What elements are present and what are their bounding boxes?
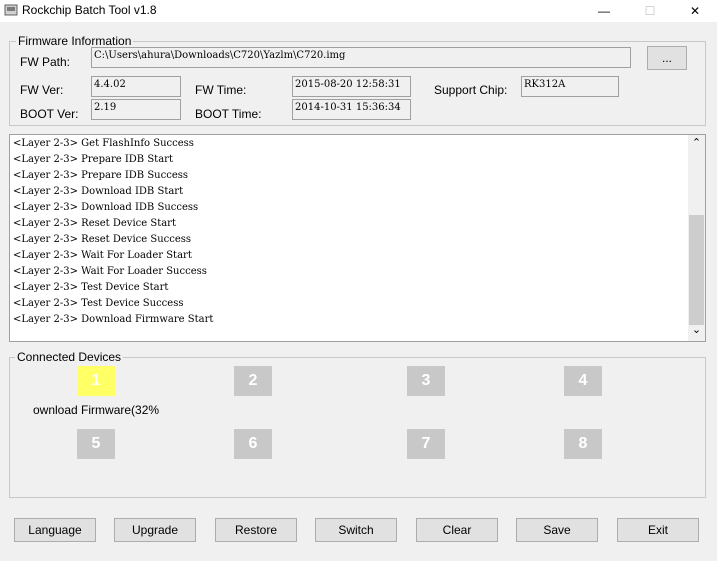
boot-ver-label: BOOT Ver: — [20, 107, 79, 121]
fw-ver-label: FW Ver: — [20, 83, 64, 97]
support-chip-field: RK312A — [521, 76, 619, 97]
boot-time-field: 2014-10-31 15:36:34 — [292, 99, 411, 120]
app-icon — [4, 4, 18, 16]
scroll-thumb[interactable] — [689, 215, 704, 325]
device-slot-4[interactable]: 4 — [564, 366, 602, 396]
restore-button[interactable]: Restore — [215, 518, 297, 542]
log-line: <Layer 2-3> Prepare IDB Start — [13, 154, 173, 165]
scroll-up-arrow[interactable]: ⌃ — [690, 136, 703, 150]
device-status-text: ownload Firmware(32% — [33, 403, 160, 417]
log-line: <Layer 2-3> Prepare IDB Success — [13, 170, 189, 181]
close-button[interactable]: ✕ — [672, 0, 717, 22]
upgrade-button[interactable]: Upgrade — [114, 518, 196, 542]
log-line: <Layer 2-3> Wait For Loader Success — [13, 266, 207, 277]
fw-path-label: FW Path: — [20, 55, 71, 69]
log-line: <Layer 2-3> Download IDB Success — [13, 202, 199, 213]
device-slot-3[interactable]: 3 — [407, 366, 445, 396]
device-slot-6[interactable]: 6 — [234, 429, 272, 459]
language-button[interactable]: Language — [14, 518, 96, 542]
log-lines: <Layer 2-3> Get FlashInfo Success <Layer … — [13, 136, 213, 328]
scroll-down-arrow[interactable]: ⌄ — [690, 323, 703, 337]
device-slot-7[interactable]: 7 — [407, 429, 445, 459]
fw-ver-field: 4.4.02 — [91, 76, 181, 97]
browse-button[interactable]: ... — [647, 46, 687, 70]
device-slot-5[interactable]: 5 — [77, 429, 115, 459]
log-line: <Layer 2-3> Test Device Success — [13, 298, 184, 309]
device-slot-1[interactable]: 1 — [77, 366, 115, 396]
log-line: <Layer 2-3> Reset Device Success — [13, 234, 192, 245]
log-line: <Layer 2-3> Get FlashInfo Success — [13, 138, 194, 149]
exit-button[interactable]: Exit — [617, 518, 699, 542]
fw-path-field[interactable]: C:\Users\ahura\Downloads\C720\Yazlm\C720… — [91, 47, 631, 68]
device-slot-8[interactable]: 8 — [564, 429, 602, 459]
connected-devices-legend: Connected Devices — [15, 350, 124, 364]
fw-time-label: FW Time: — [195, 83, 247, 97]
log-line: <Layer 2-3> Wait For Loader Start — [13, 250, 192, 261]
maximize-button[interactable]: ☐ — [627, 0, 673, 22]
firmware-info-legend: Firmware Information — [16, 34, 134, 48]
minimize-button[interactable]: — — [581, 0, 627, 22]
window-title: Rockchip Batch Tool v1.8 — [22, 3, 157, 17]
boot-ver-field: 2.19 — [91, 99, 181, 120]
log-line: <Layer 2-3> Test Device Start — [13, 282, 169, 293]
device-slot-2[interactable]: 2 — [234, 366, 272, 396]
log-scrollbar[interactable]: ⌃ ⌄ — [688, 135, 705, 341]
log-line: <Layer 2-3> Reset Device Start — [13, 218, 176, 229]
boot-time-label: BOOT Time: — [195, 107, 262, 121]
save-button[interactable]: Save — [516, 518, 598, 542]
clear-button[interactable]: Clear — [416, 518, 498, 542]
switch-button[interactable]: Switch — [315, 518, 397, 542]
log-output[interactable]: <Layer 2-3> Get FlashInfo Success <Layer … — [9, 134, 706, 342]
title-bar[interactable]: Rockchip Batch Tool v1.8 — ☐ ✕ — [0, 0, 717, 22]
log-line: <Layer 2-3> Download IDB Start — [13, 186, 184, 197]
support-chip-label: Support Chip: — [434, 83, 508, 97]
fw-time-field: 2015-08-20 12:58:31 — [292, 76, 411, 97]
log-line: <Layer 2-3> Download Firmware Start — [13, 314, 214, 325]
